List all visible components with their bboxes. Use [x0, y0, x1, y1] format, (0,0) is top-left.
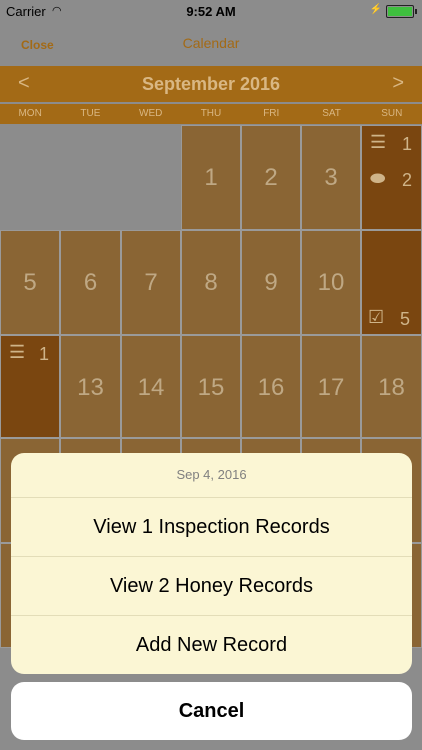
day-cell-10[interactable]: 10 [301, 230, 361, 335]
day-number: 15 [197, 374, 225, 401]
weekday-thu: THU [200, 108, 222, 119]
weekday-sat: SAT [322, 108, 341, 119]
day-number: 14 [137, 374, 165, 401]
task-count: 5 [400, 309, 411, 329]
view-inspection-records-button[interactable]: View 1 Inspection Records [11, 498, 412, 557]
day-number: 10 [317, 269, 345, 296]
inspection-icon: ☰ [9, 342, 26, 362]
charging-icon: ⚡ [369, 4, 382, 15]
day-cell-18[interactable]: 18 [361, 335, 422, 438]
add-new-record-button[interactable]: Add New Record [11, 616, 412, 674]
day-number: 9 [264, 269, 278, 296]
day-cell-13[interactable]: 13 [60, 335, 121, 438]
day-number: 7 [144, 269, 158, 296]
day-cell-2[interactable]: 2 [241, 125, 301, 230]
day-number: 16 [257, 374, 285, 401]
day-cell-1[interactable]: 1 [181, 125, 241, 230]
month-title: September 2016 [141, 74, 281, 94]
day-number: 13 [77, 374, 104, 401]
inspection-count: 1 [402, 134, 413, 154]
checklist-icon: ☑ [368, 307, 385, 327]
view-honey-records-button[interactable]: View 2 Honey Records [11, 557, 412, 616]
day-cell-6[interactable]: 6 [60, 230, 121, 335]
day-cell-14[interactable]: 14 [121, 335, 181, 438]
day-cell-12[interactable]: ☰ 1 [0, 335, 60, 438]
day-cell-5[interactable]: 5 [0, 230, 60, 335]
day-cell-3[interactable]: 3 [301, 125, 361, 230]
weekday-tue: TUE [80, 108, 101, 119]
status-bar: Carrier ◠ 9:52 AM ⚡ [0, 0, 422, 22]
empty-cell [0, 125, 181, 230]
weekday-header: MON TUE WED THU FRI SAT SUN [0, 104, 422, 124]
inspection-icon: ☰ [370, 132, 387, 152]
day-cell-4[interactable]: ☰ 1 ⬬ 2 [361, 125, 422, 230]
day-cell-15[interactable]: 15 [181, 335, 241, 438]
day-cell-8[interactable]: 8 [181, 230, 241, 335]
month-header: < September 2016 > [0, 66, 422, 102]
weekday-wed: WED [139, 108, 163, 119]
weekday-fri: FRI [263, 108, 280, 119]
honey-jar-icon: ⬬ [370, 168, 386, 188]
action-sheet-title: Sep 4, 2016 [11, 453, 412, 498]
day-number: 18 [378, 374, 405, 401]
cancel-button[interactable]: Cancel [11, 682, 412, 740]
day-number: 17 [317, 374, 345, 401]
page-title: Calendar [182, 35, 240, 51]
inspection-count: 1 [39, 344, 50, 364]
weekday-mon: MON [18, 108, 42, 119]
next-month-button[interactable]: > [392, 72, 404, 95]
day-number: 3 [324, 164, 338, 191]
day-cell-17[interactable]: 17 [301, 335, 361, 438]
day-cell-7[interactable]: 7 [121, 230, 181, 335]
weekday-sun: SUN [381, 108, 403, 119]
honey-count: 2 [402, 170, 413, 190]
battery-icon [386, 5, 417, 18]
action-sheet: Sep 4, 2016 View 1 Inspection Records Vi… [11, 453, 412, 674]
clock: 9:52 AM [186, 4, 236, 19]
day-number: 6 [83, 269, 98, 296]
day-number: 1 [204, 164, 218, 191]
day-number: 2 [264, 164, 278, 191]
nav-bar: Close Calendar [0, 22, 422, 66]
day-cell-16[interactable]: 16 [241, 335, 301, 438]
day-number: 8 [204, 269, 218, 296]
day-cell-11[interactable]: ☑ 5 [361, 230, 422, 335]
day-cell-9[interactable]: 9 [241, 230, 301, 335]
day-number: 5 [23, 269, 37, 296]
